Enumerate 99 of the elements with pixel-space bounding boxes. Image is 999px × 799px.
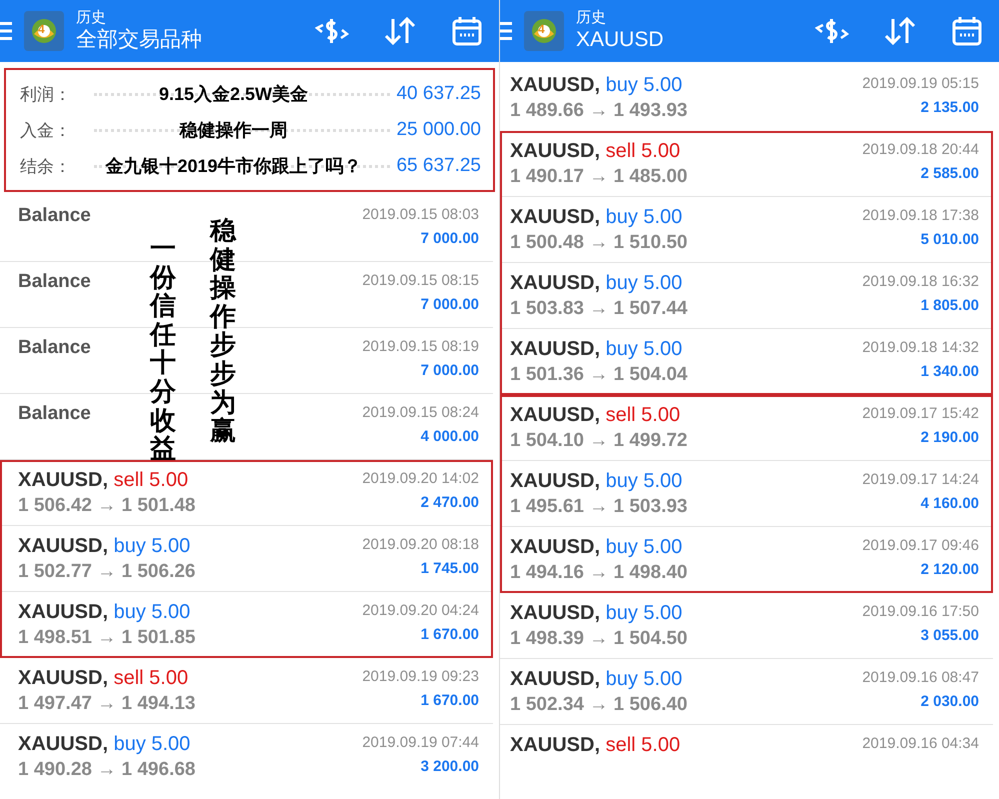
price-change: 1 503.83 → 1 507.44: [510, 297, 688, 321]
price-change: 1 490.28 → 1 496.68: [18, 758, 196, 782]
trade-title: XAUUSD, buy 5.00: [18, 600, 192, 625]
row-time: 2019.09.16 17:50: [862, 602, 979, 622]
row-amount: 2 470.00: [420, 493, 479, 513]
trade-title: XAUUSD, buy 5.00: [510, 667, 684, 692]
trade-title: XAUUSD, buy 5.00: [510, 337, 684, 362]
symbol-filter[interactable]: XAUUSD: [576, 27, 815, 53]
row-time: 2019.09.17 09:46: [862, 536, 979, 556]
currency-exchange-icon[interactable]: [315, 16, 349, 46]
row-title: Balance: [18, 270, 91, 294]
trade-title: XAUUSD, sell 5.00: [510, 733, 680, 758]
row-title: Balance: [18, 204, 91, 228]
trade-title: XAUUSD, buy 5.00: [510, 601, 684, 626]
row-amount: 7 000.00: [420, 361, 479, 381]
row-time: 2019.09.17 14:24: [862, 470, 979, 490]
row-amount: 3 200.00: [420, 757, 479, 777]
summary-value: 25 000.00: [396, 119, 481, 141]
summary-value: 40 637.25: [396, 83, 481, 105]
trade-title: XAUUSD, buy 5.00: [510, 469, 684, 494]
price-change: 1 498.51 → 1 501.85: [18, 626, 196, 650]
trade-title: XAUUSD, sell 5.00: [510, 403, 682, 428]
calendar-icon[interactable]: [951, 15, 983, 47]
price-change: 1 494.16 → 1 498.40: [510, 561, 688, 585]
price-change: 1 498.39 → 1 504.50: [510, 627, 688, 651]
price-change: 1 502.34 → 1 506.40: [510, 693, 688, 717]
row-time: 2019.09.20 04:24: [362, 601, 479, 621]
row-amount: 1 745.00: [420, 559, 479, 579]
row-amount: 2 030.00: [920, 692, 979, 712]
row-time: 2019.09.18 14:32: [862, 338, 979, 358]
row-time: 2019.09.18 16:32: [862, 272, 979, 292]
trade-title: XAUUSD, buy 5.00: [510, 205, 684, 230]
price-change: 1 489.66 → 1 493.93: [510, 99, 688, 123]
row-time: 2019.09.16 08:47: [862, 668, 979, 688]
trade-title: XAUUSD, sell 5.00: [510, 139, 682, 164]
price-change: 1 497.47 → 1 494.13: [18, 692, 196, 716]
price-change: 1 501.36 → 1 504.04: [510, 363, 688, 387]
menu-icon[interactable]: [0, 21, 12, 41]
row-amount: 2 120.00: [920, 560, 979, 580]
row-time: 2019.09.17 15:42: [862, 404, 979, 424]
price-change: 1 502.77 → 1 506.26: [18, 560, 196, 584]
row-amount: 1 805.00: [920, 296, 979, 316]
row-time: 2019.09.20 14:02: [362, 469, 479, 489]
row-time: 2019.09.16 04:34: [862, 734, 979, 754]
row-amount: 1 670.00: [420, 625, 479, 645]
summary-value: 65 637.25: [396, 155, 481, 177]
sort-icon[interactable]: [383, 16, 417, 46]
calendar-icon[interactable]: [451, 15, 483, 47]
overlay-caption: 稳健操作一周: [178, 119, 288, 142]
row-amount: 2 190.00: [920, 428, 979, 448]
trade-title: XAUUSD, buy 5.00: [510, 271, 684, 296]
trade-title: XAUUSD, buy 5.00: [510, 535, 684, 560]
row-amount: 5 010.00: [920, 230, 979, 250]
sort-icon[interactable]: [883, 16, 917, 46]
overlay-caption: 9.15入金2.5W美金: [158, 83, 310, 106]
row-title: Balance: [18, 402, 91, 426]
price-change: 1 495.61 → 1 503.93: [510, 495, 688, 519]
row-amount: 7 000.00: [420, 295, 479, 315]
price-change: 1 504.10 → 1 499.72: [510, 429, 688, 453]
price-change: 1 500.48 → 1 510.50: [510, 231, 688, 255]
row-amount: 3 055.00: [920, 626, 979, 646]
row-title: Balance: [18, 336, 91, 360]
row-amount: 7 000.00: [420, 229, 479, 249]
row-amount: 4 000.00: [420, 427, 479, 447]
price-change: 1 490.17 → 1 485.00: [510, 165, 688, 189]
menu-icon[interactable]: [500, 21, 512, 41]
app-logo: 4: [524, 11, 564, 51]
screen-title: 历史: [76, 9, 107, 27]
row-amount: 4 160.00: [920, 494, 979, 514]
row-time: 2019.09.15 08:15: [362, 271, 479, 291]
price-change: 1 506.42 → 1 501.48: [18, 494, 196, 518]
row-time: 2019.09.18 20:44: [862, 140, 979, 160]
row-time: 2019.09.15 08:19: [362, 337, 479, 357]
trade-title: XAUUSD, buy 5.00: [18, 732, 192, 757]
screen-title: 历史: [576, 9, 607, 27]
trade-title: XAUUSD, sell 5.00: [18, 666, 190, 691]
symbol-filter[interactable]: 全部交易品种: [76, 27, 315, 53]
row-time: 2019.09.18 17:38: [862, 206, 979, 226]
row-amount: 1 340.00: [920, 362, 979, 382]
overlay-caption: 金九银十2019牛市你跟上了吗？: [104, 155, 363, 178]
row-time: 2019.09.19 09:23: [362, 667, 479, 687]
summary-label: 入金：: [20, 120, 72, 142]
trade-title: XAUUSD, sell 5.00: [18, 468, 190, 493]
summary-label: 结余：: [20, 156, 72, 178]
vertical-caption: 稳健操作步步为赢: [210, 216, 236, 448]
row-amount: 1 670.00: [420, 691, 479, 711]
vertical-caption: 一份信任十分收益: [150, 234, 176, 463]
trade-title: XAUUSD, buy 5.00: [18, 534, 192, 559]
row-time: 2019.09.19 07:44: [362, 733, 479, 753]
trade-title: XAUUSD, buy 5.00: [510, 73, 684, 98]
row-time: 2019.09.19 05:15: [862, 74, 979, 94]
currency-exchange-icon[interactable]: [815, 16, 849, 46]
row-amount: 2 585.00: [920, 164, 979, 184]
row-time: 2019.09.15 08:24: [362, 403, 479, 423]
row-amount: 2 135.00: [920, 98, 979, 118]
summary-label: 利润：: [20, 84, 72, 106]
app-logo: 4: [24, 11, 64, 51]
row-time: 2019.09.15 08:03: [362, 205, 479, 225]
row-time: 2019.09.20 08:18: [362, 535, 479, 555]
